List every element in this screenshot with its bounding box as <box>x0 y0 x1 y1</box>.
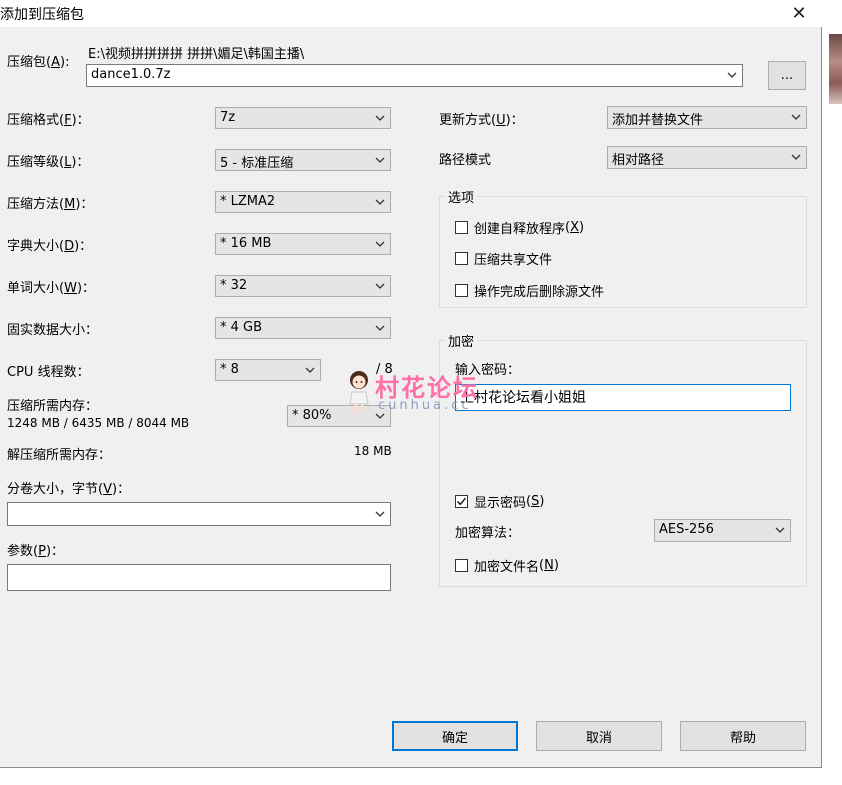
chevron-down-icon <box>775 527 785 533</box>
chevron-down-icon <box>375 283 385 289</box>
method-select[interactable]: * LZMA2 <box>215 191 391 213</box>
chevron-down-icon <box>375 511 385 517</box>
watermark-girl-icon <box>349 371 369 413</box>
ok-button[interactable]: 确定 <box>392 721 518 751</box>
update-mode-label: 更新方式(U)： <box>439 113 524 128</box>
show-password-checkbox[interactable]: 显示密码(S) <box>455 492 544 511</box>
chevron-down-icon <box>375 241 385 247</box>
close-button[interactable]: ✕ <box>776 0 822 27</box>
checkmark-icon <box>457 497 467 506</box>
dictionary-label: 字典大小(D)： <box>7 239 93 254</box>
memory-compress-label: 压缩所需内存： <box>7 399 99 414</box>
cancel-button[interactable]: 取消 <box>536 721 662 751</box>
format-label: 压缩格式(F)： <box>7 113 90 128</box>
chevron-down-icon <box>305 367 315 373</box>
browse-button[interactable]: ... <box>768 61 806 90</box>
memory-percent-select[interactable]: * 80% <box>287 405 391 427</box>
password-input[interactable]: 上村花论坛看小姐姐 <box>455 384 791 411</box>
level-value: 5 - 标准压缩 <box>220 156 294 171</box>
format-select[interactable]: 7z <box>215 107 391 129</box>
method-label: 压缩方法(M)： <box>7 197 94 212</box>
format-value: 7z <box>220 110 236 125</box>
compress-shared-checkbox[interactable]: 压缩共享文件 <box>455 249 552 268</box>
chevron-down-icon <box>791 154 801 160</box>
chevron-down-icon <box>727 72 737 78</box>
chevron-down-icon <box>375 115 385 121</box>
update-mode-value: 添加并替换文件 <box>612 113 704 128</box>
memory-decompress-value: 18 MB <box>354 444 392 458</box>
archive-label: 压缩包(A): <box>7 55 70 70</box>
cpu-threads-value: * 8 <box>220 362 239 377</box>
solid-size-select[interactable]: * 4 GB <box>215 317 391 339</box>
level-label: 压缩等级(L)： <box>7 155 90 170</box>
encryption-method-value: AES-256 <box>659 522 714 537</box>
volume-size-combobox[interactable] <box>7 502 391 526</box>
chevron-down-icon <box>791 114 801 120</box>
dictionary-select[interactable]: * 16 MB <box>215 233 391 255</box>
encryption-group-title: 加密 <box>445 331 478 350</box>
parameters-label: 参数(P)： <box>7 544 65 559</box>
archive-path: E:\视频拼拼拼拼 拼拼\媚足\韩国主播\ <box>88 47 305 62</box>
update-mode-select[interactable]: 添加并替换文件 <box>607 106 807 129</box>
delete-after-checkbox[interactable]: 操作完成后删除源文件 <box>455 281 604 300</box>
archive-name-value: dance1.0.7z <box>91 67 171 82</box>
archive-name-combobox[interactable]: dance1.0.7z <box>86 64 743 87</box>
encrypt-filenames-checkbox[interactable]: 加密文件名(N) <box>455 556 559 575</box>
create-sfx-checkbox[interactable]: 创建自释放程序(X) <box>455 218 584 237</box>
background-window-thumbnail <box>829 34 842 104</box>
word-size-label: 单词大小(W)： <box>7 281 96 296</box>
encryption-method-select[interactable]: AES-256 <box>654 519 791 542</box>
path-mode-value: 相对路径 <box>612 153 665 168</box>
path-mode-select[interactable]: 相对路径 <box>607 146 807 169</box>
window-title: 添加到压缩包 <box>0 7 84 23</box>
watermark-subtext: cunhua.cc <box>378 398 472 413</box>
title-bar: 添加到压缩包 ✕ <box>0 0 822 27</box>
method-value: * LZMA2 <box>220 194 276 209</box>
solid-size-value: * 4 GB <box>220 320 263 335</box>
add-to-archive-dialog: 添加到压缩包 ✕ 压缩包(A): E:\视频拼拼拼拼 拼拼\媚足\韩国主播\ d… <box>0 0 822 768</box>
checkbox-box <box>455 284 468 297</box>
checkbox-box <box>455 559 468 572</box>
level-select[interactable]: 5 - 标准压缩 <box>215 149 391 171</box>
chevron-down-icon <box>375 199 385 205</box>
memory-decompress-label: 解压缩所需内存： <box>7 448 112 463</box>
options-group-title: 选项 <box>445 187 478 206</box>
word-size-select[interactable]: * 32 <box>215 275 391 297</box>
word-size-value: * 32 <box>220 278 248 293</box>
path-mode-label: 路径模式 <box>439 153 492 168</box>
memory-compress-detail: 1248 MB / 6435 MB / 8044 MB <box>7 416 190 430</box>
checkbox-box <box>455 252 468 265</box>
solid-size-label: 固实数据大小： <box>7 323 99 338</box>
cpu-threads-label: CPU 线程数： <box>7 365 90 380</box>
parameters-input[interactable] <box>7 564 391 591</box>
checkbox-box <box>455 495 468 508</box>
cpu-threads-select[interactable]: * 8 <box>215 359 321 381</box>
chevron-down-icon <box>375 325 385 331</box>
memory-percent-value: * 80% <box>292 408 332 423</box>
help-button[interactable]: 帮助 <box>680 721 806 751</box>
chevron-down-icon <box>375 157 385 163</box>
checkbox-box <box>455 221 468 234</box>
encryption-method-label: 加密算法： <box>455 526 521 541</box>
dictionary-value: * 16 MB <box>220 236 272 251</box>
volume-label: 分卷大小，字节(V)： <box>7 482 131 497</box>
